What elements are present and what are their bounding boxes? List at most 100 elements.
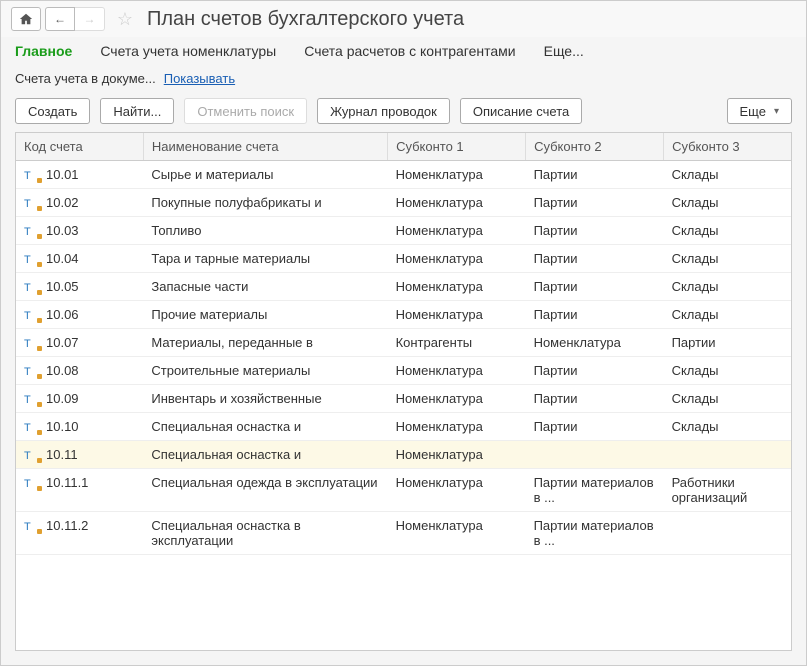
cell-code: Т10.06 — [16, 301, 143, 329]
cell-code: Т10.03 — [16, 217, 143, 245]
cell-s1: Номенклатура — [388, 245, 526, 273]
cell-s3: Склады — [664, 273, 791, 301]
account-icon: Т — [24, 282, 38, 294]
cell-s1: Номенклатура — [388, 413, 526, 441]
table-row[interactable]: Т 10.11.2 Специальная оснастка в эксплуата… — [16, 512, 791, 555]
cell-s3: Склады — [664, 217, 791, 245]
cell-code: Т 10.08 — [16, 357, 143, 385]
more-actions-button[interactable]: Еще ▾ — [727, 98, 792, 124]
toolbar: Создать Найти... Отменить поиск Журнал п… — [1, 94, 806, 132]
col-sub2[interactable]: Субконто 2 — [526, 133, 664, 161]
cell-s3: Склады — [664, 245, 791, 273]
table-row[interactable]: Т10.07Материалы, переданные вКонтрагенты… — [16, 329, 791, 357]
journal-button[interactable]: Журнал проводок — [317, 98, 450, 124]
cell-name: Специальная оснастка и — [143, 441, 387, 469]
cell-s3: Склады — [664, 385, 791, 413]
cell-name: Топливо — [143, 217, 387, 245]
cell-name: Прочие материалы — [143, 301, 387, 329]
account-description-button[interactable]: Описание счета — [460, 98, 582, 124]
cell-s2: Партии — [526, 357, 664, 385]
cell-s3 — [664, 512, 791, 555]
table-row[interactable]: Т10.11Специальная оснастка иНоменклатура — [16, 441, 791, 469]
table-row[interactable]: Т10.03ТопливоНоменклатураПартииСклады — [16, 217, 791, 245]
cell-name: Запасные части — [143, 273, 387, 301]
find-button[interactable]: Найти... — [100, 98, 174, 124]
account-icon: Т — [24, 366, 38, 378]
favorite-star-icon[interactable]: ☆ — [113, 7, 137, 31]
cell-code: Т10.09 — [16, 385, 143, 413]
code-text: 10.06 — [46, 307, 79, 322]
table-row[interactable]: Т10.04Тара и тарные материалыНоменклатур… — [16, 245, 791, 273]
code-text: 10.07 — [46, 335, 79, 350]
cell-s2: Партии — [526, 413, 664, 441]
cell-s2: Партии — [526, 273, 664, 301]
cell-name: Тара и тарные материалы — [143, 245, 387, 273]
col-sub1[interactable]: Субконто 1 — [388, 133, 526, 161]
cell-s1: Номенклатура — [388, 441, 526, 469]
code-text: 10.11.2 — [46, 518, 88, 533]
cell-s3: Склады — [664, 161, 791, 189]
account-icon: Т — [24, 422, 38, 434]
account-icon: Т — [24, 450, 38, 462]
cell-s2: Номенклатура — [526, 329, 664, 357]
cell-name: Сырье и материалы — [143, 161, 387, 189]
cell-code: Т10.11 — [16, 441, 143, 469]
cell-s1: Номенклатура — [388, 161, 526, 189]
chevron-down-icon: ▾ — [774, 106, 779, 117]
back-button[interactable]: ← — [45, 7, 75, 31]
section-tabs: Главное Счета учета номенклатуры Счета р… — [1, 37, 806, 69]
cell-name: Специальная оснастка в эксплуатации — [143, 512, 387, 555]
cell-code: Т 10.01 — [16, 161, 143, 189]
table-row[interactable]: Т10.10Специальная оснастка иНоменклатура… — [16, 413, 791, 441]
cell-name: Специальная оснастка и — [143, 413, 387, 441]
account-icon: Т — [24, 170, 38, 182]
cell-s1: Номенклатура — [388, 301, 526, 329]
tab-nomenclature[interactable]: Счета учета номенклатуры — [100, 43, 276, 59]
cell-s3: Склады — [664, 413, 791, 441]
col-name[interactable]: Наименование счета — [143, 133, 387, 161]
code-text: 10.04 — [46, 251, 79, 266]
cell-s3: Склады — [664, 189, 791, 217]
cell-s1: Номенклатура — [388, 273, 526, 301]
tab-contractors[interactable]: Счета расчетов с контрагентами — [304, 43, 515, 59]
cell-s2: Партии — [526, 217, 664, 245]
create-button[interactable]: Создать — [15, 98, 90, 124]
app-window: ← → ☆ План счетов бухгалтерского учета Г… — [0, 0, 807, 666]
tab-main[interactable]: Главное — [15, 43, 72, 59]
account-icon: Т — [24, 521, 38, 533]
code-text: 10.03 — [46, 223, 79, 238]
cell-name: Инвентарь и хозяйственные — [143, 385, 387, 413]
cell-name: Специальная одежда в эксплуатации — [143, 469, 387, 512]
cell-s2: Партии — [526, 161, 664, 189]
forward-button[interactable]: → — [75, 7, 105, 31]
col-code[interactable]: Код счета — [16, 133, 143, 161]
code-text: 10.08 — [46, 363, 79, 378]
more-actions-label: Еще — [740, 104, 766, 119]
table-row[interactable]: Т10.05Запасные частиНоменклатураПартииСк… — [16, 273, 791, 301]
cell-s2: Партии — [526, 385, 664, 413]
table-row[interactable]: Т10.08Строительные материалыНоменклатура… — [16, 357, 791, 385]
table-row[interactable]: Т10.06Прочие материалыНоменклатураПартии… — [16, 301, 791, 329]
code-text: 10.11.1 — [46, 475, 88, 490]
code-text: 10.01 — [46, 167, 79, 182]
cell-s3: Склады — [664, 357, 791, 385]
table-row[interactable]: Т10.09Инвентарь и хозяйственныеНоменклат… — [16, 385, 791, 413]
accounts-table-container: Код счета Наименование счета Субконто 1 … — [15, 132, 792, 651]
account-icon: Т — [24, 478, 38, 490]
table-row[interactable]: Т 10.01 Сырье и материалыНоменклатураПарти… — [16, 161, 791, 189]
accounts-table: Код счета Наименование счета Субконто 1 … — [16, 133, 791, 555]
col-sub3[interactable]: Субконто 3 — [664, 133, 791, 161]
titlebar: ← → ☆ План счетов бухгалтерского учета — [1, 1, 806, 37]
filter-link-show[interactable]: Показывать — [164, 71, 235, 86]
page-title: План счетов бухгалтерского учета — [147, 8, 464, 31]
table-row[interactable]: Т 10.11.1 Специальная одежда в эксплуатаци… — [16, 469, 791, 512]
cell-s2: Партии — [526, 245, 664, 273]
cancel-search-button[interactable]: Отменить поиск — [184, 98, 307, 124]
cell-s2: Партии — [526, 189, 664, 217]
tab-more[interactable]: Еще... — [544, 43, 584, 59]
table-row[interactable]: Т10.02Покупные полуфабрикаты иНоменклату… — [16, 189, 791, 217]
home-button[interactable] — [11, 7, 41, 31]
cell-code: Т10.10 — [16, 413, 143, 441]
cell-code: Т10.07 — [16, 329, 143, 357]
filter-label: Счета учета в докуме... — [15, 71, 156, 86]
